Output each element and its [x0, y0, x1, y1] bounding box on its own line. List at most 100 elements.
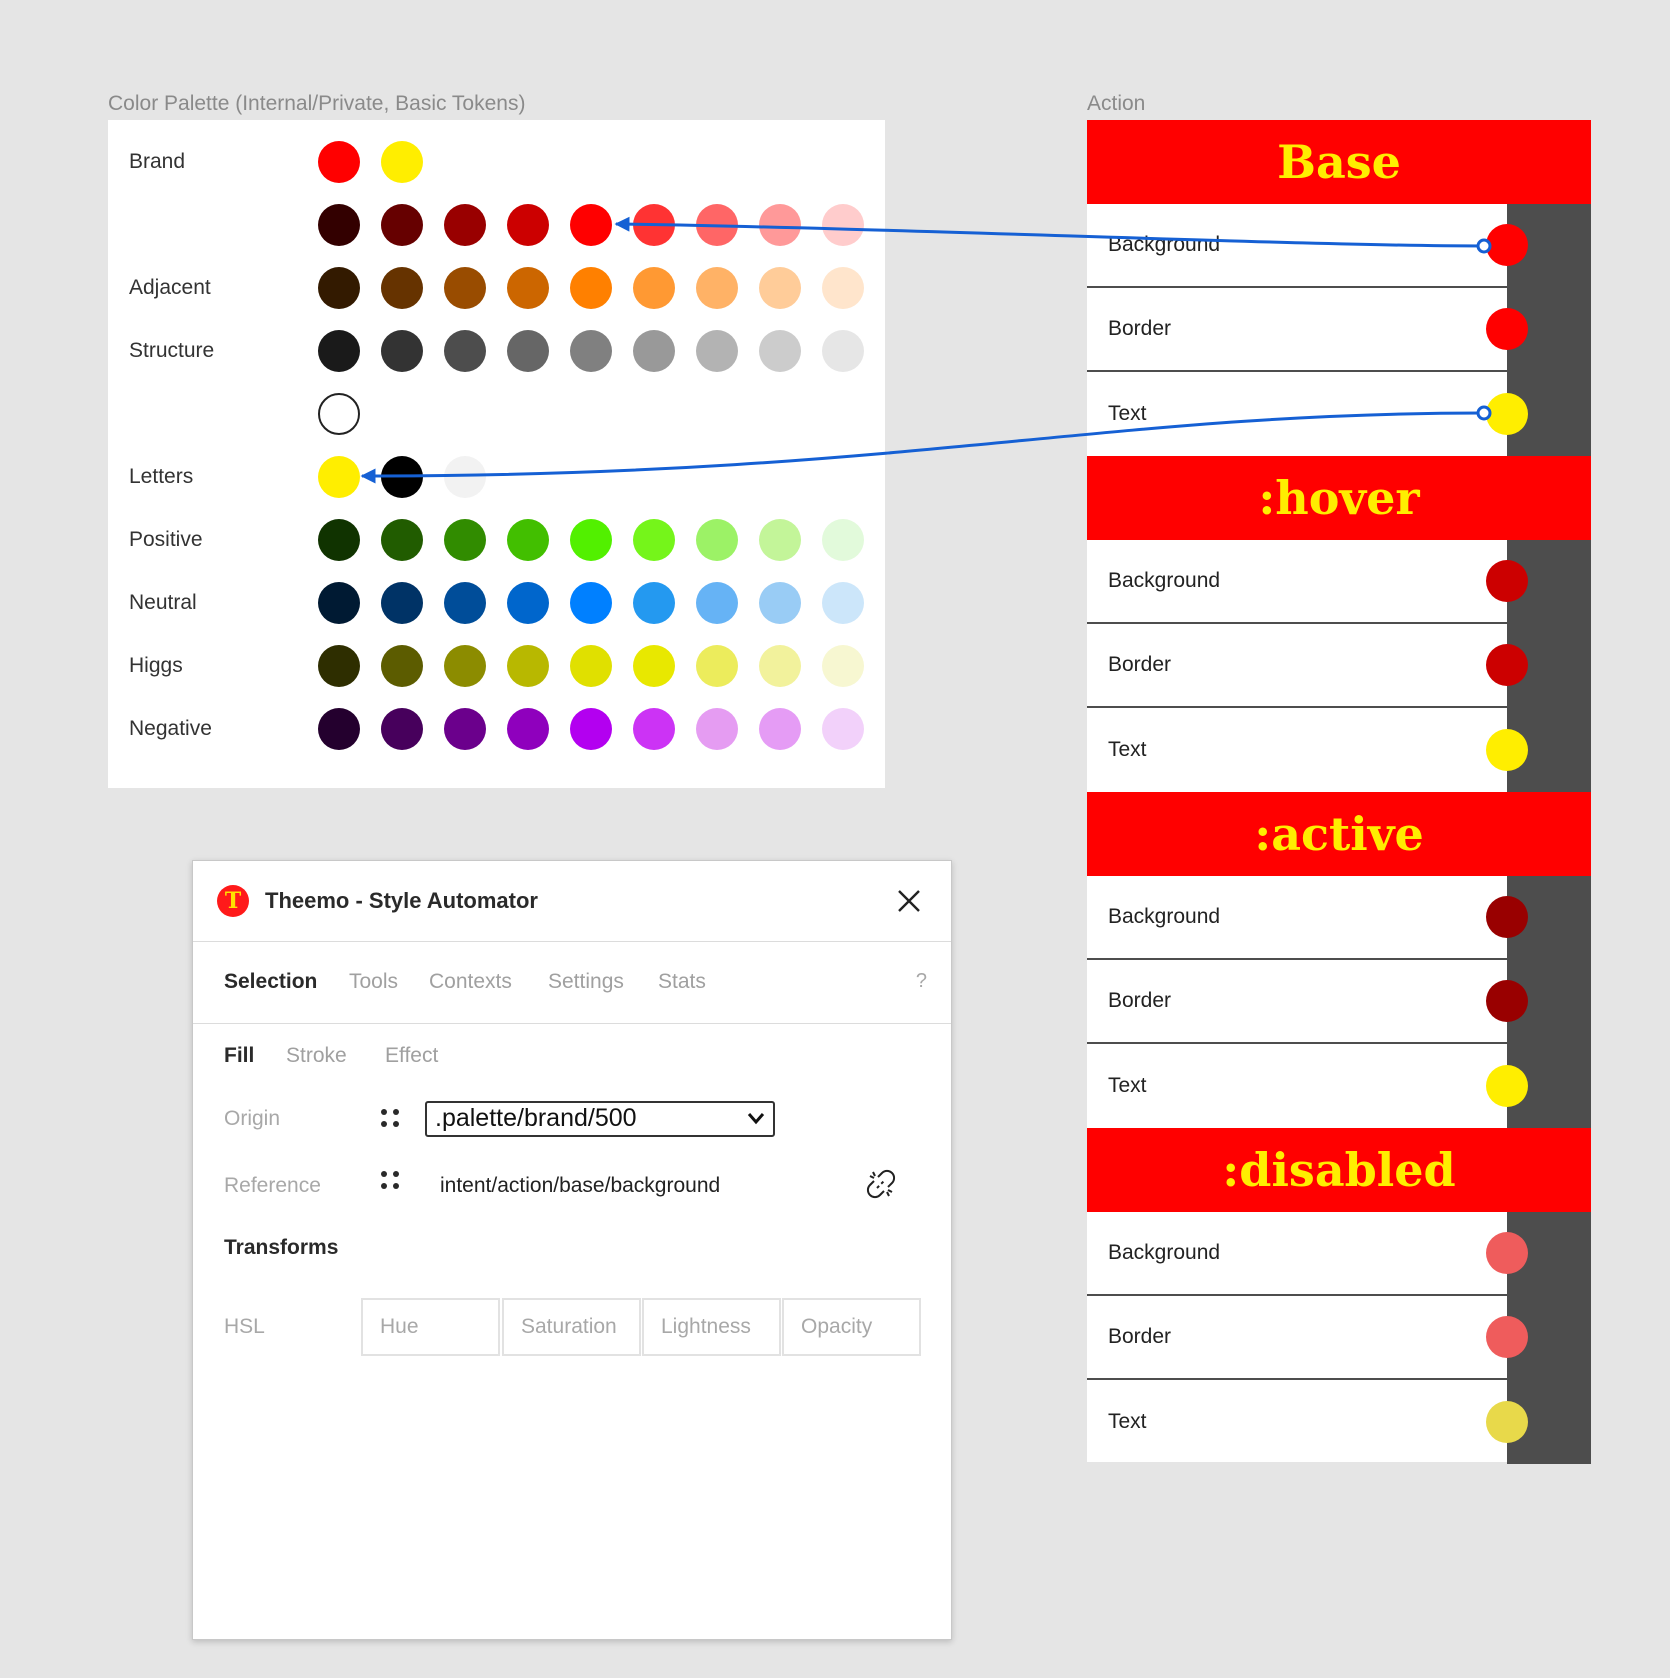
action-token-row[interactable]: Text	[1087, 372, 1591, 456]
token-color-dot[interactable]	[1486, 224, 1528, 266]
color-swatch[interactable]	[696, 204, 738, 246]
color-swatch[interactable]	[444, 267, 486, 309]
color-swatch[interactable]	[696, 645, 738, 687]
token-color-dot[interactable]	[1486, 896, 1528, 938]
color-swatch[interactable]	[507, 204, 549, 246]
color-swatch[interactable]	[633, 708, 675, 750]
color-swatch[interactable]	[570, 267, 612, 309]
token-color-dot[interactable]	[1486, 1401, 1528, 1443]
token-color-dot[interactable]	[1486, 1232, 1528, 1274]
color-swatch[interactable]	[381, 708, 423, 750]
color-swatch[interactable]	[570, 708, 612, 750]
color-swatch[interactable]	[444, 582, 486, 624]
color-swatch[interactable]	[759, 645, 801, 687]
color-swatch[interactable]	[507, 582, 549, 624]
color-swatch[interactable]	[570, 645, 612, 687]
color-swatch[interactable]	[444, 708, 486, 750]
action-token-row[interactable]: Border	[1087, 960, 1591, 1044]
action-token-row[interactable]: Border	[1087, 288, 1591, 372]
hue-input[interactable]	[361, 1298, 500, 1356]
color-swatch[interactable]	[381, 141, 423, 183]
unlink-icon[interactable]	[865, 1168, 897, 1200]
color-swatch[interactable]	[822, 519, 864, 561]
color-swatch[interactable]	[318, 456, 360, 498]
color-swatch[interactable]	[633, 519, 675, 561]
origin-drag-handle-icon[interactable]	[379, 1107, 403, 1131]
color-swatch[interactable]	[822, 204, 864, 246]
action-token-row[interactable]: Text	[1087, 1044, 1591, 1128]
color-swatch[interactable]	[696, 582, 738, 624]
color-swatch[interactable]	[759, 330, 801, 372]
token-color-dot[interactable]	[1486, 644, 1528, 686]
color-swatch[interactable]	[381, 582, 423, 624]
action-token-row[interactable]: Background	[1087, 540, 1591, 624]
color-swatch[interactable]	[759, 582, 801, 624]
color-swatch[interactable]	[318, 645, 360, 687]
color-swatch[interactable]	[318, 393, 360, 435]
color-swatch[interactable]	[318, 267, 360, 309]
action-token-row[interactable]: Background	[1087, 1212, 1591, 1296]
color-swatch[interactable]	[507, 645, 549, 687]
color-swatch[interactable]	[822, 330, 864, 372]
color-swatch[interactable]	[759, 204, 801, 246]
opacity-input[interactable]	[782, 1298, 921, 1356]
color-swatch[interactable]	[444, 645, 486, 687]
color-swatch[interactable]	[696, 267, 738, 309]
token-color-dot[interactable]	[1486, 1316, 1528, 1358]
tab-tools[interactable]: Tools	[349, 970, 398, 994]
color-swatch[interactable]	[696, 519, 738, 561]
saturation-input[interactable]	[502, 1298, 641, 1356]
action-token-row[interactable]: Text	[1087, 708, 1591, 792]
close-icon[interactable]	[893, 885, 925, 917]
token-color-dot[interactable]	[1486, 729, 1528, 771]
subtab-stroke[interactable]: Stroke	[286, 1044, 347, 1068]
token-color-dot[interactable]	[1486, 1065, 1528, 1107]
color-swatch[interactable]	[318, 330, 360, 372]
tab-stats[interactable]: Stats	[658, 970, 706, 994]
color-swatch[interactable]	[633, 582, 675, 624]
color-swatch[interactable]	[696, 708, 738, 750]
action-token-row[interactable]: Background	[1087, 876, 1591, 960]
color-swatch[interactable]	[507, 330, 549, 372]
color-swatch[interactable]	[381, 267, 423, 309]
color-swatch[interactable]	[444, 330, 486, 372]
color-swatch[interactable]	[507, 519, 549, 561]
tab-selection[interactable]: Selection	[224, 970, 317, 994]
color-swatch[interactable]	[381, 330, 423, 372]
color-swatch[interactable]	[633, 330, 675, 372]
color-swatch[interactable]	[318, 519, 360, 561]
lightness-input[interactable]	[642, 1298, 781, 1356]
color-swatch[interactable]	[381, 456, 423, 498]
color-swatch[interactable]	[381, 645, 423, 687]
token-color-dot[interactable]	[1486, 560, 1528, 602]
subtab-effect[interactable]: Effect	[385, 1044, 438, 1068]
color-swatch[interactable]	[381, 204, 423, 246]
color-swatch[interactable]	[759, 267, 801, 309]
action-token-row[interactable]: Text	[1087, 1380, 1591, 1464]
color-swatch[interactable]	[318, 204, 360, 246]
color-swatch[interactable]	[633, 204, 675, 246]
color-swatch[interactable]	[318, 582, 360, 624]
tab-contexts[interactable]: Contexts	[429, 970, 512, 994]
subtab-fill[interactable]: Fill	[224, 1044, 254, 1068]
action-token-row[interactable]: Background	[1087, 204, 1591, 288]
color-swatch[interactable]	[507, 708, 549, 750]
color-swatch[interactable]	[822, 582, 864, 624]
color-swatch[interactable]	[822, 645, 864, 687]
origin-select[interactable]: .palette/brand/500	[425, 1101, 775, 1137]
reference-drag-handle-icon[interactable]	[379, 1169, 403, 1193]
color-swatch[interactable]	[759, 519, 801, 561]
color-swatch[interactable]	[570, 582, 612, 624]
color-swatch[interactable]	[318, 708, 360, 750]
tab-settings[interactable]: Settings	[548, 970, 624, 994]
color-swatch[interactable]	[633, 267, 675, 309]
color-swatch[interactable]	[444, 519, 486, 561]
color-swatch[interactable]	[822, 267, 864, 309]
color-swatch[interactable]	[381, 519, 423, 561]
color-swatch[interactable]	[633, 645, 675, 687]
color-swatch[interactable]	[696, 330, 738, 372]
help-button[interactable]: ?	[916, 970, 927, 993]
color-swatch[interactable]	[507, 267, 549, 309]
action-token-row[interactable]: Border	[1087, 1296, 1591, 1380]
color-swatch[interactable]	[444, 456, 486, 498]
